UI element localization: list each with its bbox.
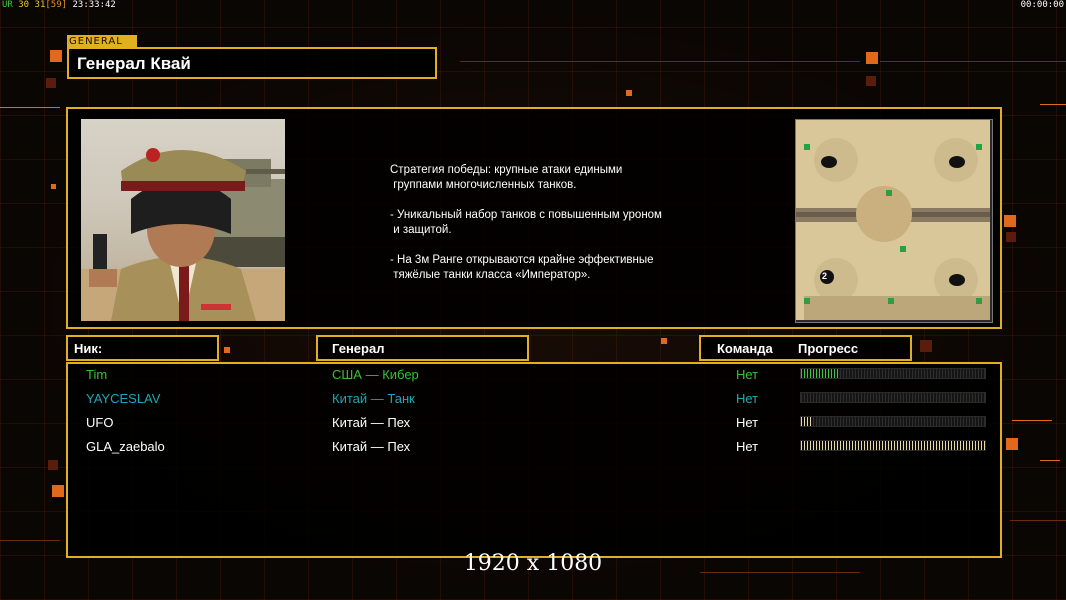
player-progress-bar [800,392,986,403]
decor-square [1004,215,1016,227]
player-row: UFO Китай — Пех Нет [68,412,1000,434]
player-row: YAYCESLAV Китай — Танк Нет [68,388,1000,410]
decor-line [1040,104,1066,105]
decor-square [52,485,64,497]
player-general: США — Кибер [332,367,419,382]
header-team-progress: Команда Прогресс [699,335,912,361]
decor-line [880,61,1066,62]
decor-square [224,347,230,353]
header-general: Генерал [316,335,529,361]
header-nick: Ник: [66,335,219,361]
decor-square [46,78,56,88]
player-general: Китай — Пех [332,439,411,454]
fps-counter: UR 30 31[59] 23:33:42 [2,0,116,10]
decor-square [1006,232,1016,242]
general-info-panel: Стратегия победы: крупные атаки едиными … [66,107,1002,329]
player-nick: Tim [86,367,108,382]
decor-square [1006,438,1018,450]
decor-square [866,52,878,64]
decor-line [1040,460,1060,461]
fps-value-b: 31 [34,0,46,10]
decor-line [1010,520,1066,521]
general-description: Стратегия победы: крупные атаки едиными … [390,164,662,281]
decor-line [0,540,60,541]
fps-label: UR [2,0,13,10]
fps-value-c: [59] [45,0,68,10]
player-progress-fill [801,369,838,378]
fps-value-a: 30 [18,0,30,10]
decor-line [460,61,860,62]
header-team-label: Команда [717,341,773,356]
player-team: Нет [736,367,759,382]
player-team: Нет [736,439,759,454]
decor-square [866,76,876,86]
player-row: GLA_zaebalo Китай — Пех Нет [68,436,1000,458]
player-general: Китай — Пех [332,415,411,430]
player-general: Китай — Танк [332,391,415,406]
player-progress-bar [800,440,986,451]
player-progress-fill [801,441,985,450]
general-portrait [81,119,285,321]
decor-square [626,90,632,96]
player-row: Tim США — Кибер Нет [68,364,1000,386]
player-progress-bar [800,368,986,379]
decor-square [51,184,56,189]
decor-square [48,460,58,470]
timer: 00:00:00 [1020,0,1064,10]
decor-square [661,338,667,344]
decor-square [50,50,62,62]
player-progress-fill [801,417,813,426]
player-team: Нет [736,415,759,430]
header-progress-label: Прогресс [798,341,859,356]
player-nick: UFO [86,415,114,430]
player-nick: YAYCESLAV [86,391,161,406]
decor-line [0,107,60,108]
general-title-box: Генерал Квай [67,47,437,79]
resolution-label: 1920 x 1080 [463,551,603,576]
general-name: Генерал Квай [77,54,191,73]
map-preview[interactable]: 2 [795,119,993,323]
header-nick-label: Ник: [74,341,103,356]
players-list: Tim США — Кибер Нет YAYCESLAV Китай — Та… [66,362,1002,558]
clock: 23:33:42 [72,0,116,10]
player-team: Нет [736,391,759,406]
player-progress-bar [800,416,986,427]
decor-line [1012,420,1052,421]
map-start-marker: 2 [822,271,828,281]
header-general-label: Генерал [332,341,385,356]
player-nick: GLA_zaebalo [86,439,165,454]
decor-square [920,340,932,352]
